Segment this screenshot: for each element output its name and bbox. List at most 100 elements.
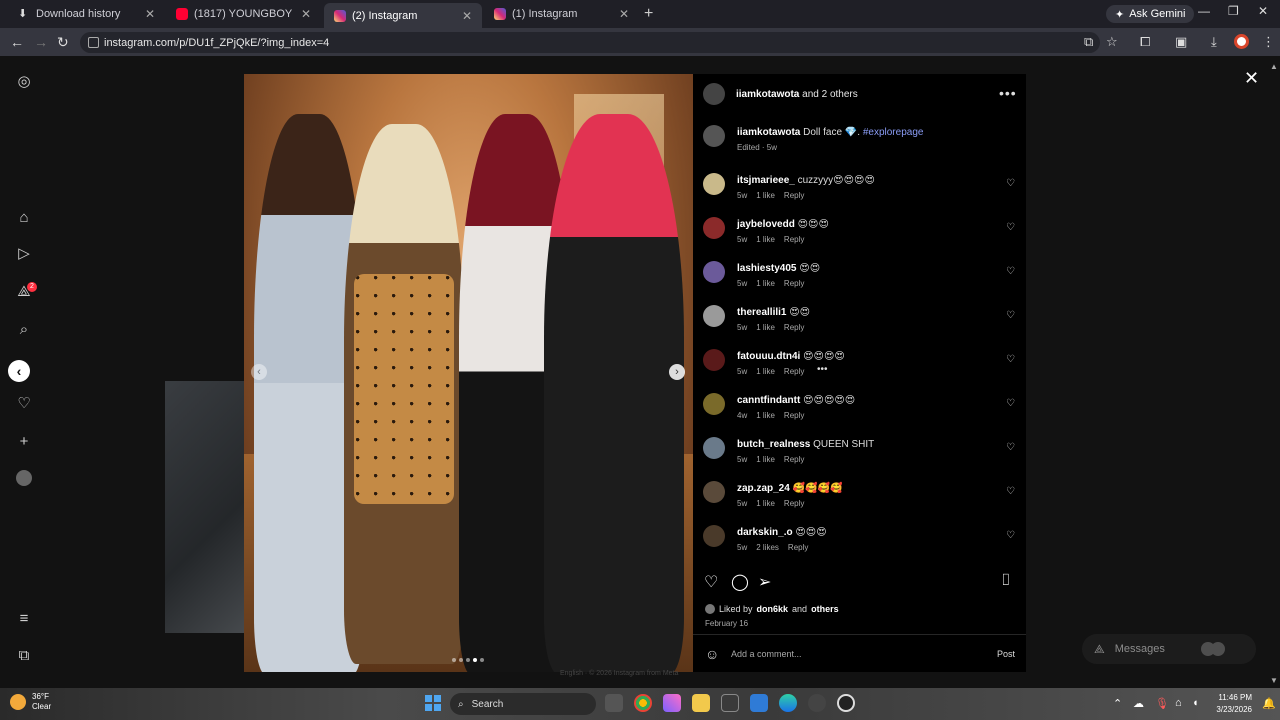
commenter-avatar[interactable] bbox=[703, 261, 725, 283]
commenter-username[interactable]: fatouuu.dtn4i bbox=[737, 351, 800, 362]
more-options-icon[interactable]: ••• bbox=[999, 85, 1017, 101]
comment-likes[interactable]: 1 like bbox=[756, 279, 775, 288]
hashtag-link[interactable]: #explorepage bbox=[863, 127, 924, 138]
comment-likes[interactable]: 1 like bbox=[756, 455, 775, 464]
back-icon[interactable]: ← bbox=[10, 34, 24, 50]
carousel-prev-icon[interactable]: ‹ bbox=[251, 364, 267, 380]
restore-icon[interactable]: ❐ bbox=[1228, 4, 1239, 18]
close-tab-icon[interactable]: ✕ bbox=[619, 7, 629, 21]
also-from-meta-icon[interactable]: ⧉ bbox=[16, 648, 32, 664]
close-window-icon[interactable]: ✕ bbox=[1258, 4, 1268, 18]
comment-likes[interactable]: 1 like bbox=[756, 367, 775, 376]
reply-button[interactable]: Reply bbox=[784, 455, 804, 464]
reply-button[interactable]: Reply bbox=[784, 279, 804, 288]
extensions-icon[interactable]: ⧠ bbox=[1140, 34, 1150, 50]
tray-expand-icon[interactable]: ⌃ bbox=[1113, 697, 1122, 710]
reload-icon[interactable]: ↻ bbox=[57, 34, 69, 51]
like-heart-icon[interactable]: ♡ bbox=[704, 572, 718, 592]
tab-youtube[interactable]: (1817) YOUNGBOY SISTER - Yo ✕ bbox=[166, 4, 321, 24]
reply-button[interactable]: Reply bbox=[784, 323, 804, 332]
downloads-icon[interactable]: ⤓ bbox=[1211, 34, 1217, 50]
carousel-back-icon[interactable]: ‹ bbox=[8, 360, 30, 382]
comment-likes[interactable]: 1 like bbox=[756, 235, 775, 244]
search-icon[interactable]: ⌕ bbox=[16, 322, 32, 338]
messages-button[interactable]: ⟁ Messages bbox=[1082, 634, 1256, 664]
scroll-down-icon[interactable]: ▼ bbox=[1270, 676, 1278, 685]
liker-username[interactable]: don6kk bbox=[757, 604, 789, 614]
reply-button[interactable]: Reply bbox=[784, 411, 804, 420]
reply-button[interactable]: Reply bbox=[784, 367, 804, 376]
tab-download-history[interactable]: ⬇ Download history ✕ bbox=[8, 4, 165, 24]
create-plus-icon[interactable]: + bbox=[16, 434, 32, 450]
edge-icon[interactable] bbox=[779, 694, 797, 712]
comment-likes[interactable]: 1 like bbox=[756, 323, 775, 332]
network-icon[interactable]: ⌂ bbox=[1175, 697, 1182, 709]
comment-likes[interactable]: 1 like bbox=[756, 499, 775, 508]
forward-icon[interactable]: → bbox=[34, 34, 48, 50]
reply-button[interactable]: Reply bbox=[784, 191, 804, 200]
comment-input[interactable]: Add a comment... bbox=[731, 649, 802, 659]
close-tab-icon[interactable]: ✕ bbox=[462, 9, 472, 23]
comment-like-heart-icon[interactable]: ♡ bbox=[1006, 530, 1015, 541]
commenter-avatar[interactable] bbox=[703, 437, 725, 459]
commenter-username[interactable]: jaybelovedd bbox=[737, 219, 795, 230]
commenter-avatar[interactable] bbox=[703, 305, 725, 327]
commenter-avatar[interactable] bbox=[703, 217, 725, 239]
comment-like-heart-icon[interactable]: ♡ bbox=[1006, 310, 1015, 321]
likes-others-link[interactable]: others bbox=[811, 604, 839, 614]
install-app-icon[interactable]: ⧉ bbox=[1084, 34, 1093, 50]
start-windows-icon[interactable] bbox=[425, 695, 441, 711]
commenter-username[interactable]: butch_realness bbox=[737, 439, 810, 450]
system-clock[interactable]: 11:46 PM 3/23/2026 bbox=[1206, 692, 1252, 716]
minimize-icon[interactable]: — bbox=[1198, 4, 1210, 18]
post-comment-button[interactable]: Post bbox=[997, 649, 1015, 659]
caption-username[interactable]: iiamkotawota bbox=[737, 127, 800, 138]
carousel-next-icon[interactable]: › bbox=[669, 364, 685, 380]
app-icon[interactable] bbox=[808, 694, 826, 712]
instagram-logo-icon[interactable]: ◎ bbox=[16, 74, 32, 90]
emoji-icon[interactable]: ☺ bbox=[705, 646, 719, 662]
media-player-icon[interactable] bbox=[837, 694, 855, 712]
comment-like-heart-icon[interactable]: ♡ bbox=[1006, 222, 1015, 233]
scroll-up-icon[interactable]: ▲ bbox=[1270, 62, 1278, 71]
comment-like-heart-icon[interactable]: ♡ bbox=[1006, 266, 1015, 277]
comment-icon[interactable]: ◯ bbox=[731, 572, 749, 592]
home-icon[interactable]: ⌂ bbox=[16, 210, 32, 226]
reply-button[interactable]: Reply bbox=[784, 499, 804, 508]
chrome-icon[interactable] bbox=[634, 694, 652, 712]
store-icon[interactable] bbox=[721, 694, 739, 712]
comment-like-heart-icon[interactable]: ♡ bbox=[1006, 354, 1015, 365]
site-info-icon[interactable] bbox=[88, 37, 99, 48]
comment-like-heart-icon[interactable]: ♡ bbox=[1006, 442, 1015, 453]
ask-gemini-button[interactable]: ✦ Ask Gemini bbox=[1106, 5, 1195, 23]
heart-icon[interactable]: ♡ bbox=[16, 396, 32, 412]
file-explorer-icon[interactable] bbox=[692, 694, 710, 712]
commenter-username[interactable]: darkskin_.o bbox=[737, 527, 793, 538]
commenter-avatar[interactable] bbox=[703, 349, 725, 371]
commenter-username[interactable]: zap.zap_24 bbox=[737, 483, 790, 494]
commenter-username[interactable]: itsjmarieee_ bbox=[737, 175, 795, 186]
share-icon[interactable]: ➢ bbox=[758, 572, 771, 592]
address-bar[interactable]: instagram.com/p/DU1f_ZPjQkE/?img_index=4 bbox=[80, 32, 1100, 53]
close-tab-icon[interactable]: ✕ bbox=[301, 7, 311, 21]
commenter-avatar[interactable] bbox=[703, 481, 725, 503]
microphone-icon[interactable]: 🎙 bbox=[1155, 697, 1169, 710]
author-avatar[interactable] bbox=[703, 83, 725, 105]
taskbar-search[interactable]: ⌕ Search bbox=[450, 693, 596, 715]
close-icon[interactable]: ✕ bbox=[1244, 68, 1259, 89]
reply-button[interactable]: Reply bbox=[788, 543, 808, 552]
comment-like-heart-icon[interactable]: ♡ bbox=[1006, 398, 1015, 409]
reels-icon[interactable]: ▷ bbox=[16, 246, 32, 262]
reply-button[interactable]: Reply bbox=[784, 235, 804, 244]
menu-kebab-icon[interactable]: ⋮ bbox=[1262, 34, 1275, 50]
close-tab-icon[interactable]: ✕ bbox=[145, 7, 155, 21]
copilot-icon[interactable] bbox=[663, 694, 681, 712]
commenter-username[interactable]: lashiesty405 bbox=[737, 263, 797, 274]
notifications-icon[interactable]: 🔔 bbox=[1262, 697, 1276, 710]
comment-likes[interactable]: 2 likes bbox=[756, 543, 779, 552]
comment-like-heart-icon[interactable]: ♡ bbox=[1006, 178, 1015, 189]
comment-likes[interactable]: 1 like bbox=[756, 411, 775, 420]
profile-avatar[interactable] bbox=[1234, 34, 1249, 49]
media-icon[interactable]: ▣ bbox=[1175, 34, 1187, 50]
commenter-username[interactable]: canntfindantt bbox=[737, 395, 800, 406]
